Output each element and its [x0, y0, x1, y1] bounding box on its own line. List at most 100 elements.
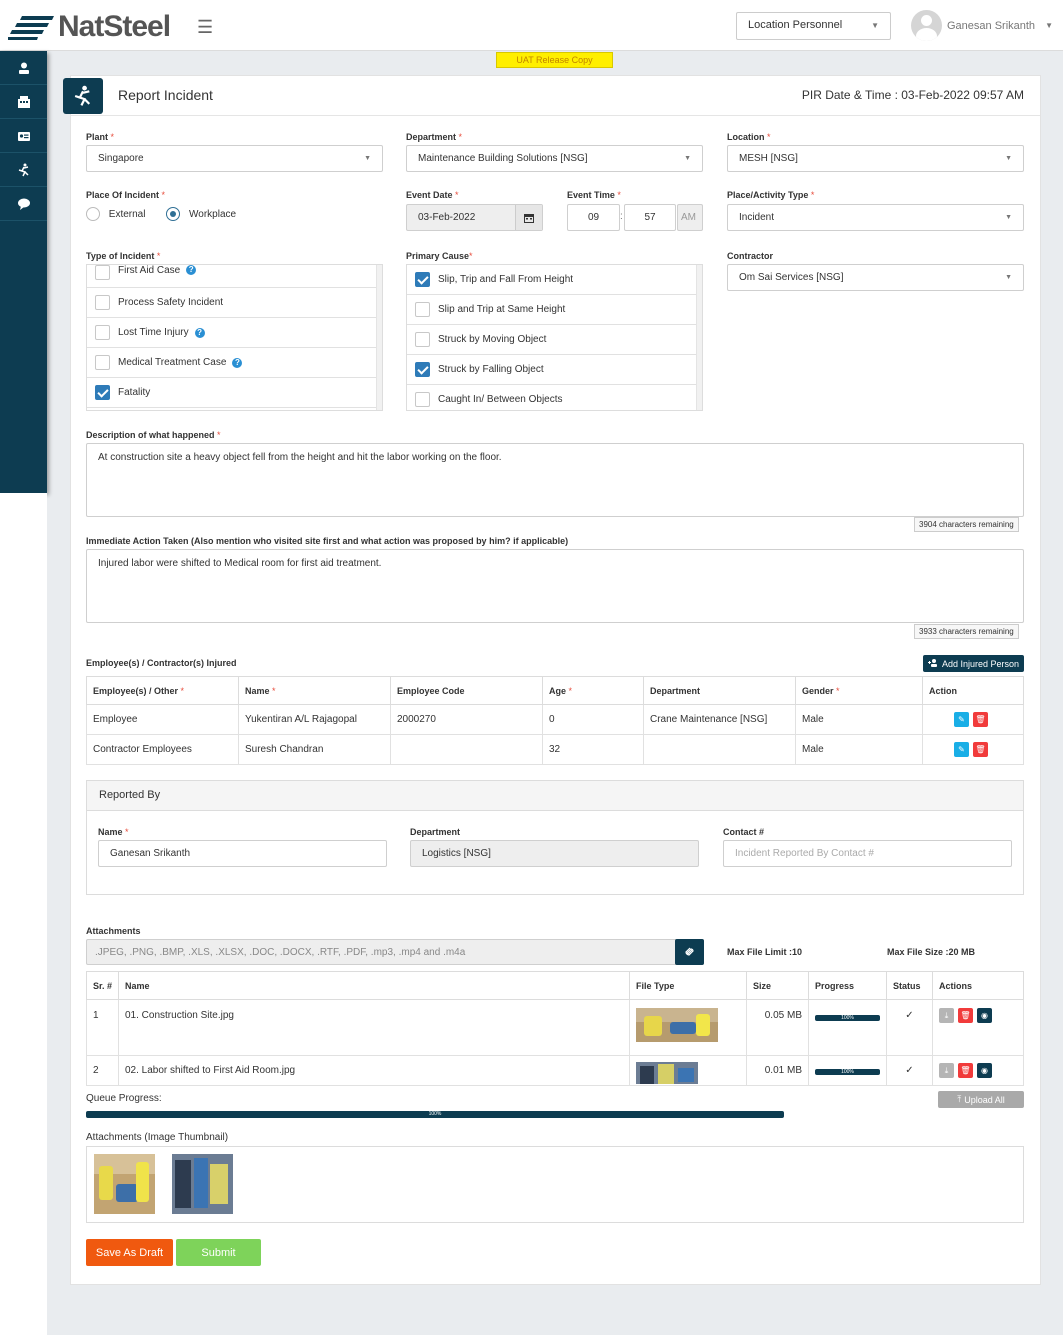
pir-date-time: PIR Date & Time : 03-Feb-2022 09:57 AM [801, 88, 1024, 102]
list-item[interactable]: Fatality [87, 378, 382, 408]
list-item[interactable]: Slip and Trip at Same Height [407, 295, 702, 325]
reporter-name-input[interactable]: Ganesan Srikanth [98, 840, 387, 867]
plant-select[interactable]: Singapore ▼ [86, 145, 383, 172]
natsteel-logo[interactable]: NatSteel [8, 10, 171, 44]
construction-site-thumbnail[interactable] [94, 1154, 155, 1214]
event-minute-input[interactable]: 57 [624, 204, 676, 231]
incident-person-icon [18, 163, 29, 176]
place-activity-select[interactable]: Incident ▼ [727, 204, 1024, 231]
reporter-department-input[interactable]: Logistics [NSG] [410, 840, 699, 867]
list-item[interactable]: Process Safety Incident [87, 288, 382, 318]
first-aid-room-thumbnail[interactable] [172, 1154, 233, 1214]
scrollbar[interactable] [376, 265, 382, 410]
department-select[interactable]: Maintenance Building Solutions [NSG] ▼ [406, 145, 703, 172]
contractor-select[interactable]: Om Sai Services [NSG] ▼ [727, 264, 1024, 291]
help-icon[interactable]: ? [186, 265, 197, 275]
description-char-counter: 3904 characters remaining [914, 517, 1019, 532]
download-icon[interactable]: ⤓ [939, 1008, 954, 1023]
person-badge-icon [18, 62, 29, 74]
list-item[interactable]: Medical Treatment Case? [87, 348, 382, 378]
table-header-row: Sr. # Name File Type Size Progress Statu… [86, 971, 1024, 1000]
upload-all-button[interactable]: ⤒ Upload All [938, 1091, 1024, 1108]
add-injured-person-button[interactable]: Add Injured Person [923, 655, 1024, 672]
cell-type: Contractor Employees [86, 734, 239, 765]
description-textarea[interactable]: At construction site a heavy object fell… [86, 443, 1024, 517]
caret-down-icon: ▼ [684, 155, 691, 162]
scrollbar[interactable] [696, 265, 702, 410]
location-select[interactable]: MESH [NSG] ▼ [727, 145, 1024, 172]
file-types-input[interactable]: .JPEG, .PNG, .BMP, .XLS, .XLSX, .DOC, .D… [86, 939, 704, 965]
role-select[interactable]: Location Personnel ▼ [736, 12, 891, 40]
list-item-label: Struck by Falling Object [438, 364, 544, 375]
checkbox[interactable] [415, 332, 430, 347]
save-as-draft-button[interactable]: Save As Draft [86, 1239, 173, 1266]
checkbox[interactable] [95, 295, 110, 310]
uat-banner: UAT Release Copy [496, 52, 613, 68]
queue-progress-bar: 100% [86, 1111, 784, 1118]
building-icon [17, 95, 30, 108]
list-item[interactable]: Struck by Moving Object [407, 325, 702, 355]
download-icon[interactable]: ⤓ [939, 1063, 954, 1078]
immediate-action-label: Immediate Action Taken (Also mention who… [86, 536, 569, 546]
eye-icon[interactable]: ◉ [977, 1008, 992, 1023]
reported-by-title: Reported By [87, 781, 1023, 811]
cell-size: 0.01 MB [746, 1055, 809, 1086]
hamburger-menu-icon[interactable]: ☰ [197, 17, 213, 38]
contact-placeholder: Incident Reported By Contact # [735, 848, 874, 859]
delete-icon[interactable]: 🗑 [973, 742, 988, 757]
delete-icon[interactable]: 🗑 [958, 1063, 973, 1078]
list-item[interactable]: Lost Time Injury? [87, 318, 382, 348]
delete-icon[interactable]: 🗑 [973, 712, 988, 727]
help-icon[interactable]: ? [232, 357, 243, 368]
list-item[interactable]: First Aid Case? [87, 265, 382, 288]
event-ampm[interactable]: AM [677, 204, 703, 231]
event-hour-input[interactable]: 09 [567, 204, 620, 231]
checkbox[interactable] [415, 302, 430, 317]
edit-icon[interactable]: ✎ [954, 742, 969, 757]
injured-table: Employee(s) / Other * Name * Employee Co… [86, 676, 1024, 765]
checkbox[interactable] [95, 265, 110, 280]
file-progress-bar: 100% [815, 1015, 880, 1021]
user-menu[interactable]: Ganesan Srikanth ▼ [911, 10, 1053, 41]
chat-bubble-icon [17, 198, 30, 210]
calendar-icon[interactable] [515, 205, 542, 230]
eye-icon[interactable]: ◉ [977, 1063, 992, 1078]
top-bar: NatSteel ☰ Location Personnel ▼ Ganesan … [0, 0, 1063, 51]
type-of-incident-label: Type of Incident * [86, 251, 161, 261]
cell-type: Employee [86, 704, 239, 735]
checkbox[interactable] [95, 385, 110, 400]
sidebar-item-person-badge[interactable] [0, 51, 47, 85]
edit-icon[interactable]: ✎ [954, 712, 969, 727]
list-item-label: Caught In/ Between Objects [438, 394, 563, 405]
contact-input[interactable]: Incident Reported By Contact # [723, 840, 1012, 867]
list-item[interactable]: Caught In/ Between Objects [407, 385, 702, 410]
checkbox[interactable] [415, 272, 430, 287]
cell-size: 0.05 MB [746, 999, 809, 1056]
immediate-action-char-counter: 3933 characters remaining [914, 624, 1019, 639]
checkbox[interactable] [415, 392, 430, 407]
delete-icon[interactable]: 🗑 [958, 1008, 973, 1023]
checkbox[interactable] [415, 362, 430, 377]
radio-workplace[interactable] [166, 207, 181, 221]
list-item[interactable]: Struck by Falling Object [407, 355, 702, 385]
cell-actions: ⤓ 🗑 ◉ [932, 999, 1024, 1056]
cell-status: ✓ [886, 999, 933, 1056]
reporter-name-label: Name * [98, 827, 129, 837]
sidebar-item-incident[interactable] [0, 153, 47, 187]
cell-progress: 100% [808, 999, 887, 1056]
sidebar-item-id-card[interactable] [0, 119, 47, 153]
list-item[interactable]: Slip, Trip and Fall From Height [407, 265, 702, 295]
submit-button[interactable]: Submit [176, 1239, 261, 1266]
table-header-row: Employee(s) / Other * Name * Employee Co… [86, 676, 1024, 705]
checkbox[interactable] [95, 325, 110, 340]
radio-external[interactable] [86, 207, 100, 221]
sidebar-item-chat[interactable] [0, 187, 47, 221]
description-label: Description of what happened * [86, 430, 221, 440]
sidebar-item-building[interactable] [0, 85, 47, 119]
attach-paperclip-icon[interactable] [675, 939, 704, 965]
column-header: Size [746, 971, 809, 1000]
help-icon[interactable]: ? [194, 327, 205, 338]
cell-code: 2000270 [390, 704, 543, 735]
checkbox[interactable] [95, 355, 110, 370]
immediate-action-textarea[interactable]: Injured labor were shifted to Medical ro… [86, 549, 1024, 623]
